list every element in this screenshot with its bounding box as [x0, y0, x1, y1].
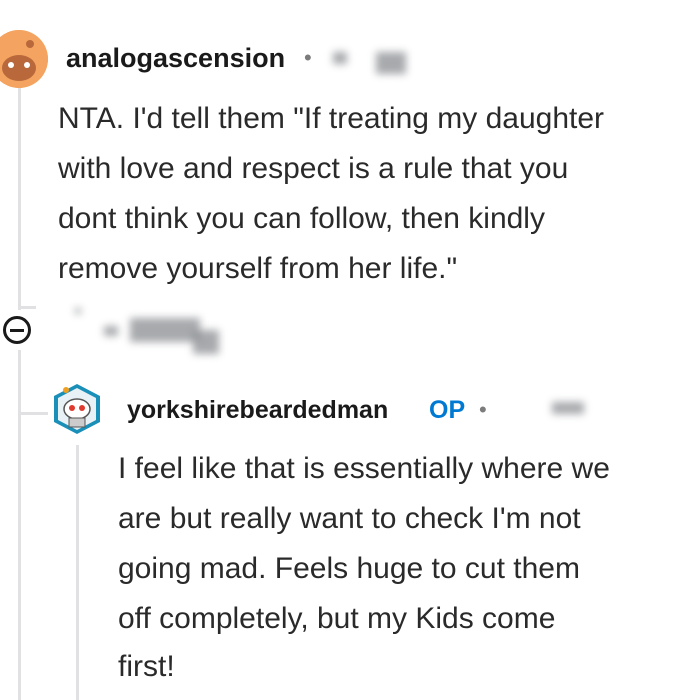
blurred-timestamp	[552, 402, 584, 414]
reply-line: going mad. Feels huge to cut them	[118, 552, 580, 585]
blurred-timestamp	[376, 52, 406, 74]
blurred-action-row	[104, 326, 118, 336]
thread-line-reply-curve	[18, 412, 48, 415]
op-badge: OP	[429, 396, 466, 424]
snoo-avatar-icon	[0, 30, 48, 88]
comment-line: dont think you can follow, then kindly	[58, 202, 545, 235]
comment-username[interactable]: analogascension	[66, 42, 285, 74]
reply-line: first!	[118, 650, 175, 683]
avatar[interactable]	[0, 30, 48, 88]
reply-line: I feel like that is essentially where we	[118, 452, 610, 485]
reply-username[interactable]: yorkshirebeardedman	[127, 394, 388, 426]
comment-line: NTA. I'd tell them "If treating my daugh…	[58, 102, 605, 135]
blurred-timestamp	[333, 52, 347, 64]
collapse-minus-icon[interactable]	[3, 316, 31, 344]
comment-line: remove yourself from her life."	[58, 252, 458, 285]
thread-line-reply-child	[76, 445, 79, 700]
thread-line-main	[18, 88, 21, 310]
avatar[interactable]	[50, 382, 104, 436]
blurred-action-row	[75, 308, 81, 314]
blurred-action-row	[130, 318, 200, 342]
blurred-action-row	[193, 330, 219, 354]
separator-dot: •	[479, 397, 487, 422]
reply-line: off completely, but my Kids come	[118, 602, 556, 635]
separator-dot: •	[304, 45, 312, 70]
reply-line: are but really want to check I'm not	[118, 502, 581, 535]
thread-line-connector	[18, 306, 36, 309]
comment-line: with love and respect is a rule that you	[58, 152, 569, 185]
thread-line-reply	[18, 350, 21, 700]
snoo-robot-avatar-icon	[54, 384, 100, 434]
